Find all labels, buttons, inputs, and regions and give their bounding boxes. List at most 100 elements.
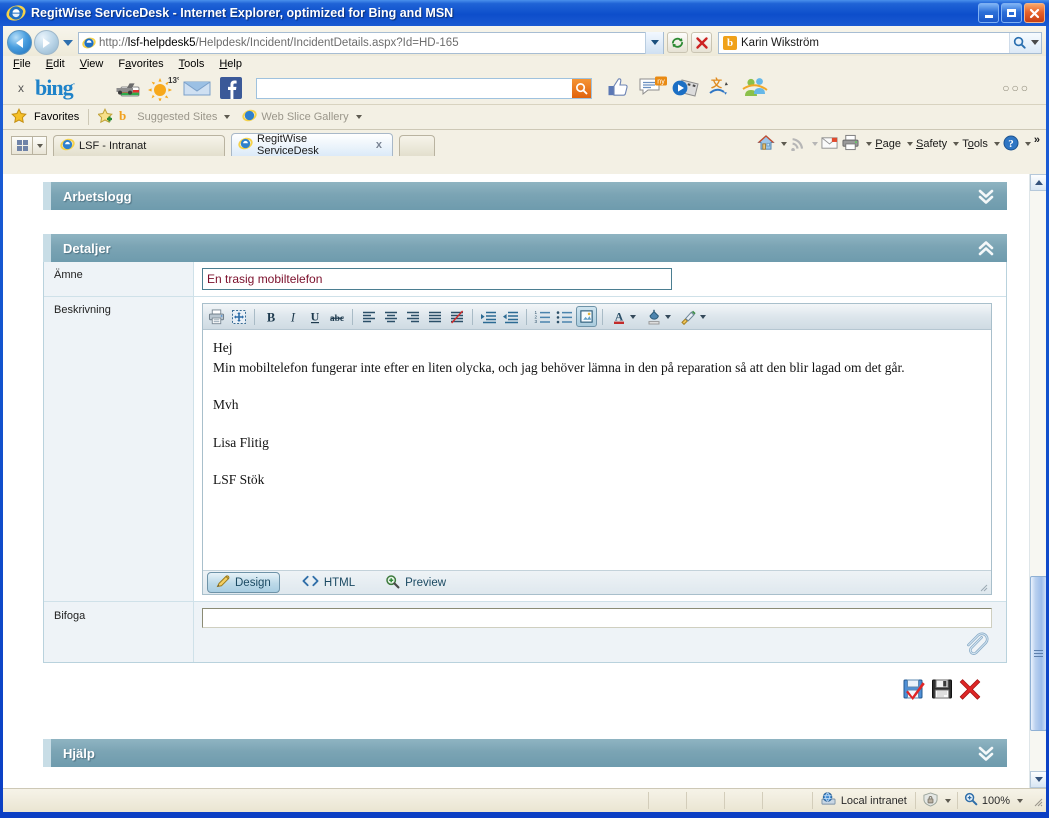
format-painter-control[interactable]: [678, 306, 706, 327]
add-to-favorites-icon[interactable]: [97, 107, 114, 127]
close-button[interactable]: [1024, 3, 1045, 23]
section-header-detaljer[interactable]: Detaljer: [43, 234, 1007, 262]
attach-input[interactable]: [202, 608, 992, 628]
safety-caret-icon[interactable]: [953, 142, 960, 146]
tab-regitwise-servicedesk[interactable]: RegitWise ServiceDesk x: [231, 133, 393, 157]
web-slice-gallery-label[interactable]: Web Slice Gallery: [261, 111, 348, 123]
quick-tabs-button[interactable]: [11, 136, 33, 155]
section-header-hjalp[interactable]: Hjälp: [43, 739, 1007, 767]
address-dropdown-icon[interactable]: [645, 31, 663, 54]
remove-format-icon[interactable]: [446, 306, 467, 327]
web-slice-gallery-icon[interactable]: [242, 108, 258, 126]
align-right-icon[interactable]: [402, 306, 423, 327]
print-icon[interactable]: [206, 306, 227, 327]
align-justify-icon[interactable]: [424, 306, 445, 327]
bold-icon[interactable]: B: [260, 306, 281, 327]
search-go-icon[interactable]: [1009, 32, 1029, 53]
page-scrollbar-vertical[interactable]: [1029, 174, 1046, 788]
search-input[interactable]: b Karin Wikström: [718, 31, 1042, 54]
align-center-icon[interactable]: [380, 306, 401, 327]
format-painter-icon[interactable]: [678, 306, 699, 327]
scrollbar-thumb[interactable]: [1030, 576, 1046, 731]
window-resize-grip[interactable]: [1031, 795, 1043, 807]
messenger-icon[interactable]: [738, 75, 772, 101]
refresh-button[interactable]: [667, 32, 688, 53]
weather-icon[interactable]: 13°: [146, 75, 180, 101]
chevron-double-up-icon[interactable]: [975, 237, 997, 259]
font-color-control[interactable]: A: [608, 306, 636, 327]
print-icon[interactable]: [841, 134, 860, 154]
home-icon[interactable]: [757, 134, 775, 154]
search-provider-dropdown-icon[interactable]: [1029, 32, 1041, 53]
bing-toolbar-search-input[interactable]: [256, 77, 593, 99]
protected-mode-caret-icon[interactable]: [944, 798, 951, 803]
zoom-caret-icon[interactable]: [1017, 798, 1023, 803]
font-color-icon[interactable]: A: [608, 306, 629, 327]
bing-logo[interactable]: bing·: [35, 75, 75, 101]
indent-decrease-icon[interactable]: [500, 306, 521, 327]
tools-menu-button[interactable]: Tools: [962, 138, 988, 150]
editor-tab-html[interactable]: HTML: [294, 574, 363, 591]
stop-button[interactable]: [691, 32, 712, 53]
subject-input[interactable]: En trasig mobiltelefon: [202, 268, 672, 290]
tools-caret-icon[interactable]: [993, 142, 1000, 146]
menu-item-help[interactable]: Help: [219, 58, 242, 70]
suggested-sites-label[interactable]: Suggested Sites: [137, 111, 217, 123]
align-left-icon[interactable]: [358, 306, 379, 327]
car-deals-icon[interactable]: [112, 75, 146, 101]
address-input[interactable]: http://lsf-helpdesk5/Helpdesk/Incident/I…: [78, 31, 664, 54]
ordered-list-icon[interactable]: 123: [532, 306, 553, 327]
menu-item-view[interactable]: View: [80, 58, 104, 70]
web-slice-gallery-caret-icon[interactable]: [355, 115, 362, 119]
menu-item-file[interactable]: File: [13, 58, 31, 70]
mail-icon[interactable]: [180, 75, 214, 101]
chevron-double-down-icon[interactable]: [975, 185, 997, 207]
favorites-star-icon[interactable]: [11, 107, 27, 127]
save-button[interactable]: [929, 676, 955, 702]
save-and-close-button[interactable]: [901, 676, 927, 702]
format-painter-caret-icon[interactable]: [700, 314, 706, 319]
new-tab-button[interactable]: [399, 135, 435, 156]
strikethrough-icon[interactable]: abc: [326, 306, 347, 327]
editor-resize-grip[interactable]: [979, 583, 988, 592]
translate-icon[interactable]: 文: [704, 75, 738, 101]
recent-pages-dropdown-icon[interactable]: [63, 39, 73, 46]
tab-list-button[interactable]: [33, 136, 47, 155]
forward-button[interactable]: [34, 30, 59, 55]
maximize-button[interactable]: [1001, 3, 1022, 23]
video-icon[interactable]: [670, 75, 704, 101]
cancel-button[interactable]: [957, 676, 983, 702]
command-bar-overflow-icon[interactable]: »: [1034, 134, 1040, 146]
safety-menu-button[interactable]: Safety: [916, 138, 947, 150]
section-header-arbetslogg[interactable]: Arbetslogg: [43, 182, 1007, 210]
bing-toolbar-close-icon[interactable]: x: [11, 81, 31, 95]
select-all-icon[interactable]: [228, 306, 249, 327]
bing-toolbar-search-go-icon[interactable]: [572, 78, 592, 98]
highlight-color-icon[interactable]: [643, 306, 664, 327]
minimize-button[interactable]: [978, 3, 999, 23]
zoom-control[interactable]: 100%: [956, 792, 1029, 809]
editor-tab-preview[interactable]: Preview: [377, 573, 454, 593]
page-caret-icon[interactable]: [906, 142, 913, 146]
italic-icon[interactable]: I: [282, 306, 303, 327]
tab-lsf-intranat[interactable]: LSF - Intranat: [53, 135, 225, 156]
help-icon[interactable]: ?: [1003, 135, 1019, 154]
read-mail-icon[interactable]: [821, 136, 838, 153]
unordered-list-icon[interactable]: [554, 306, 575, 327]
security-zone[interactable]: Local intranet: [811, 792, 915, 809]
help-caret-icon[interactable]: [1024, 142, 1031, 146]
editor-tab-design[interactable]: Design: [207, 572, 280, 593]
indent-increase-icon[interactable]: [478, 306, 499, 327]
tab-close-icon[interactable]: x: [376, 139, 382, 151]
paperclip-icon[interactable]: [962, 630, 990, 658]
favorites-label[interactable]: Favorites: [34, 111, 79, 123]
insert-object-icon[interactable]: [576, 306, 597, 327]
editor-content-area[interactable]: Hej Min mobiltelefon fungerar inte efter…: [203, 330, 991, 570]
scroll-down-button[interactable]: [1030, 771, 1046, 788]
messages-icon[interactable]: ny: [636, 75, 670, 101]
bing-toolbar-overflow-icon[interactable]: ○○○: [1002, 81, 1030, 95]
highlight-color-caret-icon[interactable]: [665, 314, 671, 319]
underline-icon[interactable]: U: [304, 306, 325, 327]
back-button[interactable]: [7, 30, 32, 55]
scroll-up-button[interactable]: [1030, 174, 1046, 191]
